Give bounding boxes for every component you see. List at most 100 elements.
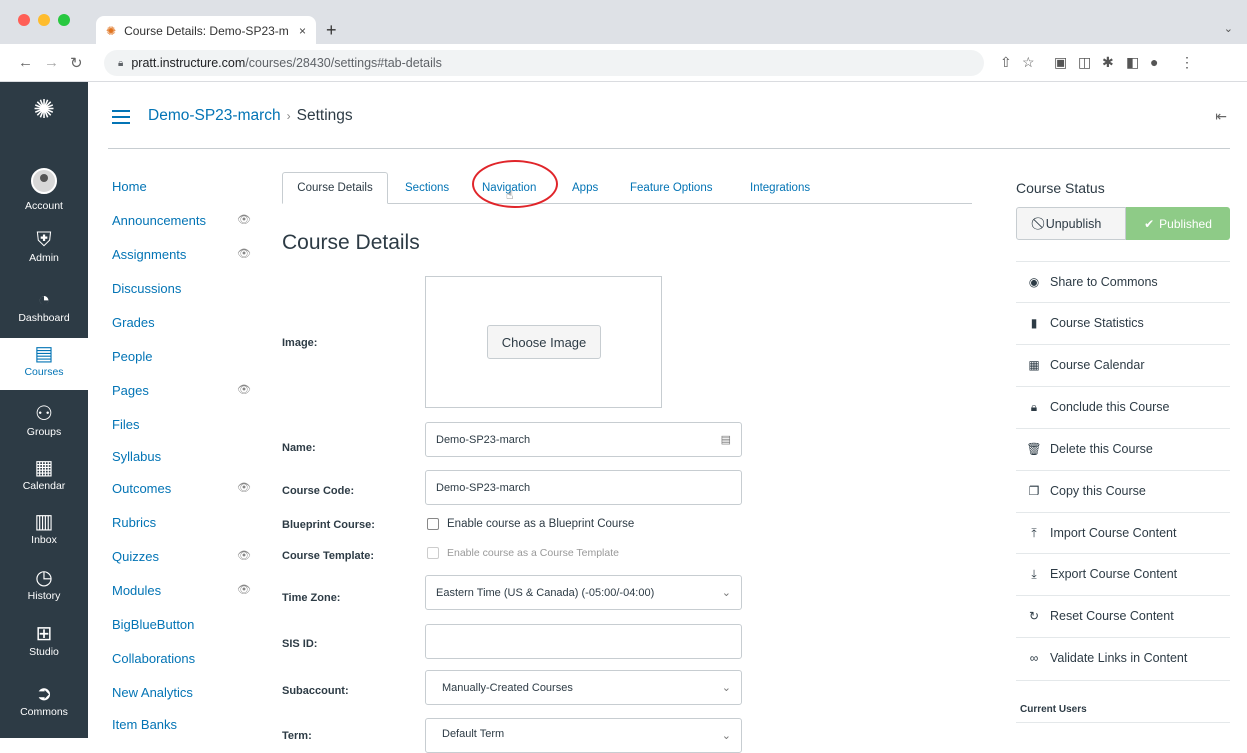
chevron-down-icon: ⌄ [721,587,731,599]
extension-icon[interactable]: ◫ [1078,54,1091,71]
conclude-course-link[interactable]: 🔒︎ Conclude this Course [1016,386,1230,427]
course-calendar-link[interactable]: ▦ Course Calendar [1016,344,1230,385]
browser-menu-icon[interactable]: ⋮ [1180,54,1194,71]
global-nav-label: History [27,590,61,602]
canvas-logo[interactable]: ✺ [0,94,88,124]
hamburger-menu-icon[interactable] [112,110,130,124]
course-nav-bigbluebutton[interactable]: BigBlueButton [112,617,194,632]
global-nav-admin[interactable]: ⛨ Admin [0,228,88,264]
breadcrumb-course-link[interactable]: Demo-SP23-march [148,107,281,124]
published-label: Published [1159,216,1212,231]
course-nav-grades[interactable]: Grades [112,315,155,330]
course-nav-modules[interactable]: Modules [112,583,161,598]
tab-search-icon[interactable]: ⌄ [1224,22,1233,35]
course-nav-assignments[interactable]: Assignments [112,247,186,262]
choose-image-button[interactable]: Choose Image [487,325,601,359]
course-nav-discussions[interactable]: Discussions [112,281,181,296]
course-nav-quizzes[interactable]: Quizzes [112,549,159,564]
course-nav-announcements[interactable]: Announcements [112,213,206,228]
action-label: Reset Course Content [1050,609,1174,623]
back-icon[interactable]: ← [18,54,33,71]
side-panel-icon[interactable]: ◧ [1126,54,1139,71]
global-nav-history[interactable]: ◷ History [0,566,88,602]
close-tab-icon[interactable]: × [299,24,306,38]
course-nav-people[interactable]: People [112,349,152,364]
lock-icon: 🔒︎ [118,57,124,69]
subaccount-label: Subaccount: [282,685,349,697]
breadcrumb-separator-icon: › [286,109,291,123]
global-nav-label: Groups [26,426,62,438]
course-nav-item-banks[interactable]: Item Banks [112,717,177,732]
tab-feature-options[interactable]: Feature Options [630,182,712,194]
sis-id-label: SIS ID: [282,638,318,650]
blueprint-checkbox[interactable] [427,518,439,530]
course-nav-files[interactable]: Files [112,417,139,432]
forward-icon[interactable]: → [44,54,59,71]
template-checkbox[interactable] [427,547,439,559]
global-nav-courses[interactable]: ▤ Courses [0,338,88,390]
tab-sections[interactable]: Sections [405,182,449,194]
extension-icon[interactable]: ▣ [1054,54,1067,71]
global-nav-calendar[interactable]: ▦ Calendar [0,456,88,492]
name-label: Name: [282,442,316,454]
close-window-icon[interactable] [18,14,30,26]
course-nav-rubrics[interactable]: Rubrics [112,515,156,530]
zoom-window-icon[interactable] [58,14,70,26]
reload-icon[interactable]: ↻ [70,54,83,72]
breadcrumb: Demo-SP23-march › Settings [148,107,353,125]
share-icon[interactable]: ⇧ [1000,54,1012,71]
course-nav-new-analytics[interactable]: New Analytics [112,685,193,700]
course-nav-home[interactable]: Home [112,179,147,194]
validate-links-link[interactable]: ∞ Validate Links in Content [1016,637,1230,678]
time-zone-label: Time Zone: [282,592,341,604]
share-to-commons-link[interactable]: ◉ Share to Commons [1016,261,1230,302]
tab-apps[interactable]: Apps [572,182,598,194]
subaccount-select[interactable]: Manually-Created Courses ⌄ [425,670,742,705]
course-nav-syllabus[interactable]: Syllabus [112,449,161,464]
global-nav-inbox[interactable]: ▥ Inbox [0,510,88,546]
copy-course-link[interactable]: ❐ Copy this Course [1016,470,1230,511]
image-label: Image: [282,337,318,349]
global-nav-studio[interactable]: ⊞ Studio [0,622,88,658]
collapse-sidebar-icon[interactable]: ⇤ [1215,108,1227,125]
name-input[interactable]: Demo-SP23-march ▤ [425,422,742,457]
global-nav-label: Dashboard [18,312,70,324]
tab-course-details[interactable]: Course Details [282,172,388,204]
unpublish-button[interactable]: ⃠Unpublish [1016,207,1126,240]
course-statistics-link[interactable]: ▮ Course Statistics [1016,302,1230,343]
term-label: Term: [282,730,312,742]
global-nav-commons[interactable]: ➲ Commons [0,682,88,718]
time-zone-value: Eastern Time (US & Canada) (-05:00/-04:0… [436,586,655,599]
published-button[interactable]: ✔ Published [1126,207,1230,240]
sis-id-input[interactable] [425,624,742,659]
address-bar[interactable]: 🔒︎ pratt.instructure.com/courses/28430/s… [104,50,984,76]
course-code-input[interactable]: Demo-SP23-march [425,470,742,505]
global-nav-label: Courses [24,366,64,378]
export-content-link[interactable]: ⤓ Export Course Content [1016,553,1230,594]
import-content-link[interactable]: ⤒ Import Course Content [1016,512,1230,553]
term-select[interactable]: Default Term ⌄ [425,718,742,753]
term-value: Default Term [442,728,505,740]
extensions-puzzle-icon[interactable]: ✱ [1102,54,1114,71]
global-nav-account[interactable]: Account [0,168,88,212]
course-nav-outcomes[interactable]: Outcomes [112,481,171,496]
tab-integrations[interactable]: Integrations [750,182,810,194]
global-nav-label: Admin [29,252,59,264]
blueprint-option-label: Enable course as a Blueprint Course [447,518,635,530]
action-label: Export Course Content [1050,567,1178,581]
reset-content-link[interactable]: ↻ Reset Course Content [1016,595,1230,636]
course-nav-collaborations[interactable]: Collaborations [112,651,195,666]
course-nav-pages[interactable]: Pages [112,383,149,398]
profile-icon[interactable]: ● [1150,54,1158,70]
global-nav-dashboard[interactable]: ◔ Dashboard [0,288,88,324]
minimize-window-icon[interactable] [38,14,50,26]
global-nav-label: Account [25,200,63,212]
time-zone-select[interactable]: Eastern Time (US & Canada) (-05:00/-04:0… [425,575,742,610]
history-icon: ◷ [35,567,53,589]
global-nav-groups[interactable]: ⚇ Groups [0,402,88,438]
bookmark-star-icon[interactable]: ☆ [1022,54,1035,71]
browser-tab[interactable]: ✺ Course Details: Demo-SP23-m × [96,16,316,46]
new-tab-button[interactable]: + [326,20,337,41]
delete-course-link[interactable]: 🗑︎ Delete this Course [1016,428,1230,469]
action-label: Copy this Course [1050,484,1146,498]
